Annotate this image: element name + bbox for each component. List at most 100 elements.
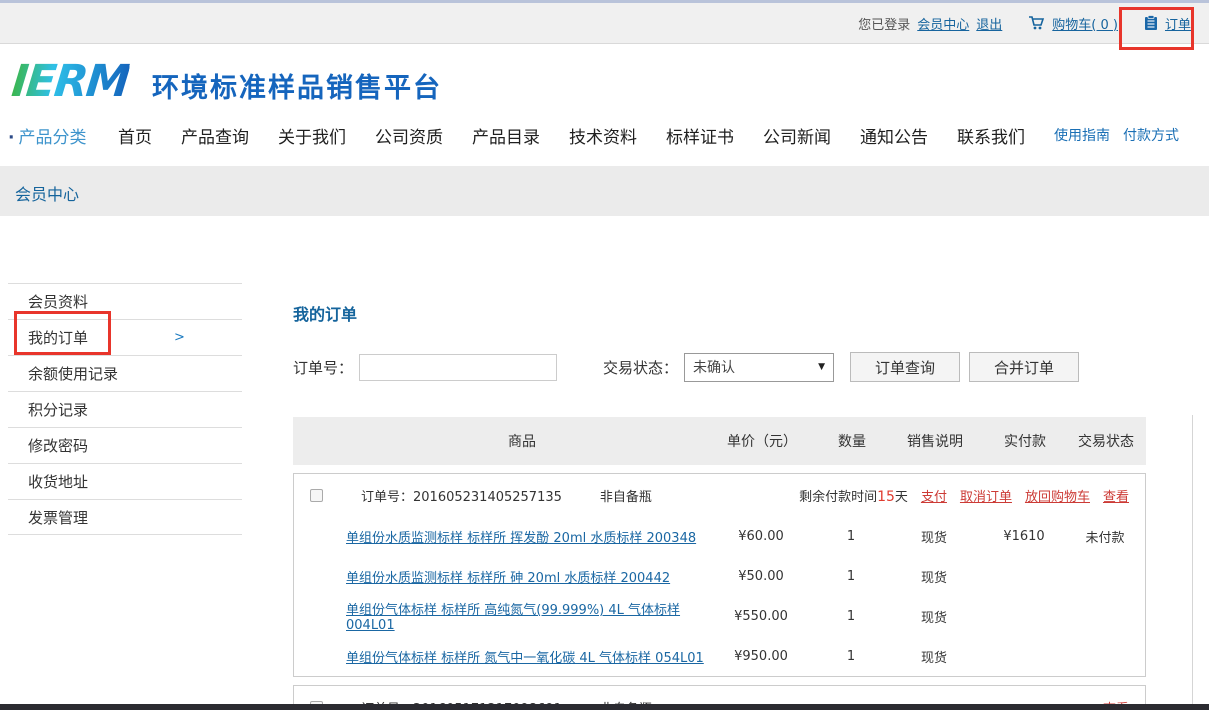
nav-item-2[interactable]: 关于我们	[278, 123, 346, 148]
site-title: 环境标准样品销售平台	[152, 66, 442, 105]
nav-product-category[interactable]: ·产品分类	[8, 123, 86, 148]
page-title: 我的订单	[293, 301, 357, 325]
order-action-2[interactable]: 放回购物车	[1025, 486, 1090, 505]
logout-link[interactable]: 退出	[976, 14, 1002, 33]
item-price: ¥50.00	[705, 569, 817, 584]
orders-link[interactable]: 订单	[1165, 14, 1191, 33]
chevron-down-icon: ▼	[818, 362, 825, 372]
item-qty: 1	[817, 609, 885, 624]
item-sales-note: 现货	[885, 567, 983, 586]
sidebar-item-5[interactable]: 收货地址	[8, 463, 242, 499]
order-checkbox-cell	[294, 489, 339, 502]
member-center-link[interactable]: 会员中心	[917, 14, 969, 33]
nav-item-8[interactable]: 通知公告	[860, 123, 928, 148]
orders-list: 订单号：201605231405257135 非自备瓶 剩余付款时间15天支付取消订…	[293, 473, 1146, 710]
order-checkbox[interactable]	[310, 489, 323, 502]
order-action-0[interactable]: 支付	[921, 486, 947, 505]
top-bar: 您已登录 会员中心 退出 购物车( 0 ) 订单	[0, 3, 1209, 44]
nav-item-1[interactable]: 产品查询	[181, 123, 249, 148]
sidebar-item-4[interactable]: 修改密码	[8, 427, 242, 463]
item-product-cell: 单组份气体标样 标样所 高纯氮气(99.999%) 4L 气体标样 004L01	[339, 599, 705, 633]
order-filter-row: 订单号： 交易状态： 未确认 ▼ 订单查询 合并订单	[293, 352, 1146, 382]
status-select[interactable]: 未确认 ▼	[684, 353, 834, 382]
order-number: 订单号：201605231405257135	[361, 486, 562, 505]
member-sidebar: 会员资料我的订单> 余额使用记录积分记录修改密码收货地址发票管理	[8, 283, 242, 535]
product-link[interactable]: 单组份水质监测标样 标样所 挥发酚 20ml 水质标样 200348	[346, 531, 696, 546]
item-qty: 1	[817, 569, 885, 584]
cart-icon	[1028, 15, 1045, 31]
site-logo[interactable]: IERM	[9, 56, 130, 107]
item-product-cell: 单组份水质监测标样 标样所 挥发酚 20ml 水质标样 200348	[339, 527, 705, 546]
item-qty: 1	[817, 529, 885, 544]
payment-remaining-label: 剩余付款时间	[799, 490, 877, 505]
cart-link[interactable]: 购物车( 0 )	[1052, 14, 1118, 33]
sidebar-item-label: 修改密码	[28, 435, 88, 456]
payment-remaining-days: 15	[877, 489, 895, 505]
payment-remaining: 剩余付款时间15天	[799, 486, 908, 505]
order-number-label: 订单号：	[361, 490, 413, 505]
nav-item-7[interactable]: 公司新闻	[763, 123, 831, 148]
page: 您已登录 会员中心 退出 购物车( 0 ) 订单 IERM 环境标准样品销售平台…	[0, 0, 1209, 710]
sidebar-item-label: 余额使用记录	[28, 363, 118, 384]
login-status-group: 您已登录 会员中心 退出	[858, 14, 1002, 33]
product-link[interactable]: 单组份气体标样 标样所 氮气中一氧化碳 4L 气体标样 054L01	[346, 651, 704, 666]
item-price: ¥550.00	[705, 609, 817, 624]
sidebar-item-label: 收货地址	[28, 471, 88, 492]
item-sales-note: 现货	[885, 647, 983, 666]
col-header-sales: 销售说明	[886, 431, 984, 451]
item-sales-note: 现货	[885, 607, 983, 626]
main-nav: ·产品分类 首页 产品查询 关于我们 公司资质 产品目录 技术资料 标样证书 公司新闻 通知公告…	[0, 112, 1209, 158]
nav-item-0[interactable]: 首页	[118, 123, 152, 148]
order-number-value: 201605231405257135	[413, 490, 562, 505]
order-search-button[interactable]: 订单查询	[850, 352, 960, 382]
status-select-value: 未确认	[693, 357, 735, 377]
nav-item-5[interactable]: 技术资料	[569, 123, 637, 148]
order-actions: 剩余付款时间15天支付取消订单放回购物车查看	[799, 486, 1129, 505]
order-bottle-note: 非自备瓶	[600, 486, 652, 505]
sidebar-item-1[interactable]: 我的订单>	[8, 319, 242, 355]
sidebar-item-0[interactable]: 会员资料	[8, 283, 242, 319]
col-header-price: 单价（元）	[706, 431, 818, 451]
col-header-paid: 实付款	[984, 431, 1066, 451]
order-item-row: 单组份水质监测标样 标样所 挥发酚 20ml 水质标样 200348 ¥60.00…	[294, 516, 1145, 556]
order-no-input[interactable]	[359, 354, 557, 381]
merge-orders-button[interactable]: 合并订单	[969, 352, 1079, 382]
sidebar-item-3[interactable]: 积分记录	[8, 391, 242, 427]
footer-edge-bar	[0, 704, 1209, 710]
nav-menu: 首页 产品查询 关于我们 公司资质 产品目录 技术资料 标样证书 公司新闻 通知公告 联系我们	[118, 123, 1025, 148]
col-header-product: 商品	[338, 431, 706, 451]
item-sales-note: 现货	[885, 527, 983, 546]
nav-right-link-1[interactable]: 付款方式	[1123, 125, 1179, 145]
item-price: ¥950.00	[705, 649, 817, 664]
cart-group[interactable]: 购物车( 0 )	[1028, 14, 1118, 33]
col-header-status: 交易状态	[1066, 431, 1146, 451]
nav-right-link-0[interactable]: 使用指南	[1054, 125, 1110, 145]
item-product-cell: 单组份气体标样 标样所 氮气中一氧化碳 4L 气体标样 054L01	[339, 647, 705, 666]
nav-item-3[interactable]: 公司资质	[375, 123, 443, 148]
sidebar-item-label: 会员资料	[28, 291, 88, 312]
nav-item-6[interactable]: 标样证书	[666, 123, 734, 148]
sidebar-item-label: 积分记录	[28, 399, 88, 420]
product-link[interactable]: 单组份水质监测标样 标样所 砷 20ml 水质标样 200442	[346, 571, 670, 586]
item-qty: 1	[817, 649, 885, 664]
payment-remaining-unit: 天	[895, 490, 908, 505]
order-action-3[interactable]: 查看	[1103, 486, 1129, 505]
right-divider-line	[1192, 415, 1193, 710]
nav-item-9[interactable]: 联系我们	[957, 123, 1025, 148]
order-header-row: 订单号：201605231405257135 非自备瓶 剩余付款时间15天支付取消订…	[294, 474, 1145, 516]
item-trade-status: 未付款	[1065, 527, 1145, 546]
sidebar-item-6[interactable]: 发票管理	[8, 499, 242, 535]
sidebar-item-label: 发票管理	[28, 507, 88, 528]
item-price: ¥60.00	[705, 529, 817, 544]
order-action-1[interactable]: 取消订单	[960, 486, 1012, 505]
order-block-0: 订单号：201605231405257135 非自备瓶 剩余付款时间15天支付取消订…	[293, 473, 1146, 677]
orders-group[interactable]: 订单	[1144, 14, 1191, 33]
sidebar-active-arrow-icon: >	[174, 330, 185, 345]
item-product-cell: 单组份水质监测标样 标样所 砷 20ml 水质标样 200442	[339, 567, 705, 586]
order-item-row: 单组份气体标样 标样所 氮气中一氧化碳 4L 气体标样 054L01¥950.0…	[294, 636, 1145, 676]
bullet-icon: ·	[8, 128, 14, 148]
nav-item-4[interactable]: 产品目录	[472, 123, 540, 148]
item-paid-amount: ¥1610	[983, 529, 1065, 544]
sidebar-item-2[interactable]: 余额使用记录	[8, 355, 242, 391]
product-link[interactable]: 单组份气体标样 标样所 高纯氮气(99.999%) 4L 气体标样 004L01	[346, 603, 680, 633]
